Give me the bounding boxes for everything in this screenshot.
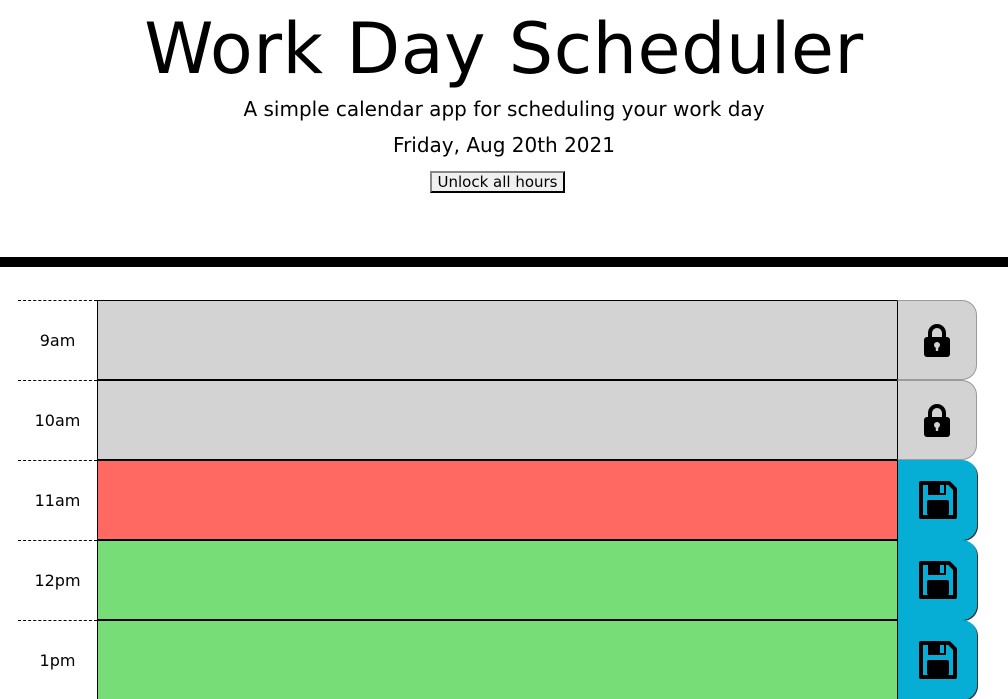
page-title: Work Day Scheduler xyxy=(144,8,864,90)
page-subtitle: A simple calendar app for scheduling you… xyxy=(243,97,765,121)
time-block: 11am xyxy=(18,460,978,540)
lock-button[interactable] xyxy=(897,300,977,380)
time-block: 1pm xyxy=(18,620,978,699)
unlock-all-hours-button[interactable]: Unlock all hours xyxy=(430,171,565,193)
lock-button[interactable] xyxy=(897,380,977,460)
hour-label: 10am xyxy=(18,380,97,460)
time-block: 12pm xyxy=(18,540,978,620)
time-block: 10am xyxy=(18,380,978,460)
header: Work Day Scheduler A simple calendar app… xyxy=(0,0,1008,258)
event-description-field[interactable] xyxy=(97,380,898,460)
event-description-field[interactable] xyxy=(97,460,898,540)
current-date: Friday, Aug 20th 2021 xyxy=(393,133,615,157)
lock-icon xyxy=(922,403,952,437)
lock-icon xyxy=(922,323,952,357)
hour-label: 11am xyxy=(18,460,97,540)
header-divider xyxy=(0,257,1008,267)
save-button[interactable] xyxy=(897,460,977,540)
hour-label: 12pm xyxy=(18,540,97,620)
event-description-field[interactable] xyxy=(97,540,898,620)
floppy-disk-save-icon xyxy=(918,560,958,600)
time-block: 9am xyxy=(18,300,978,380)
event-description-field[interactable] xyxy=(97,620,898,699)
hour-label: 9am xyxy=(18,300,97,380)
floppy-disk-save-icon xyxy=(918,640,958,680)
hour-label: 1pm xyxy=(18,620,97,699)
floppy-disk-save-icon xyxy=(918,480,958,520)
save-button[interactable] xyxy=(897,620,977,699)
event-description-field[interactable] xyxy=(97,300,898,380)
time-block-list: 9am 10am 11am 12pm 1pm xyxy=(18,300,978,699)
save-button[interactable] xyxy=(897,540,977,620)
